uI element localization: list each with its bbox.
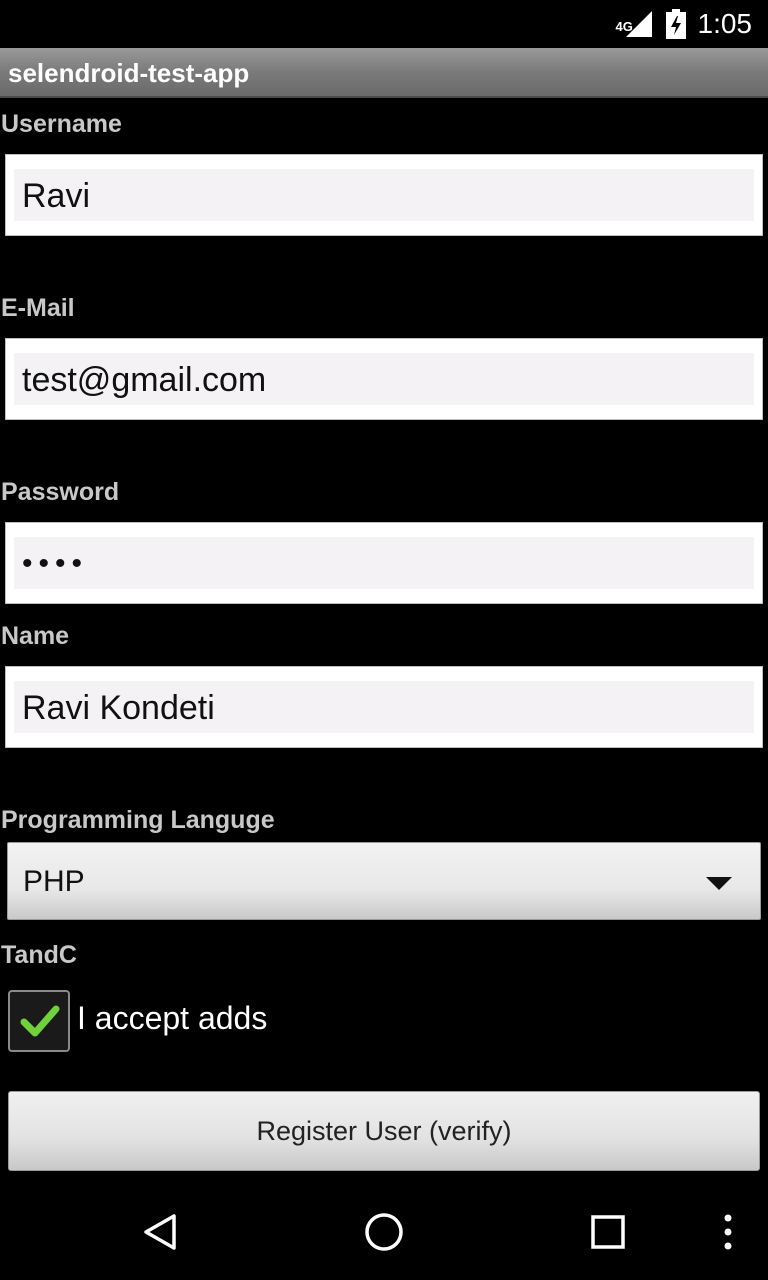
app-title-bar: selendroid-test-app xyxy=(0,48,768,98)
tandc-label: TandC xyxy=(1,941,77,969)
username-value: Ravi xyxy=(22,177,91,215)
username-field[interactable]: Ravi xyxy=(5,154,763,236)
register-user-button[interactable]: Register User (verify) xyxy=(8,1091,760,1171)
name-label: Name xyxy=(1,622,70,650)
signal-icon: 4G xyxy=(616,9,654,39)
language-label: Programming Languge xyxy=(1,806,275,834)
accept-adds-label[interactable]: I accept adds xyxy=(77,1000,267,1037)
name-field[interactable]: Ravi Kondeti xyxy=(5,666,763,748)
dropdown-arrow-icon xyxy=(706,877,732,890)
status-bar: 4G 1:05 xyxy=(0,0,768,48)
password-label: Password xyxy=(1,478,120,506)
checkmark-icon xyxy=(20,1005,60,1037)
app-title: selendroid-test-app xyxy=(8,58,250,88)
recents-icon[interactable] xyxy=(560,1184,656,1280)
accept-adds-checkbox[interactable] xyxy=(8,990,70,1052)
overflow-menu-icon[interactable] xyxy=(680,1184,768,1280)
status-clock: 1:05 xyxy=(697,8,753,39)
password-value: •••• xyxy=(22,547,89,580)
name-value: Ravi Kondeti xyxy=(22,689,215,727)
email-field[interactable]: test@gmail.com xyxy=(5,338,763,420)
home-icon[interactable] xyxy=(336,1184,432,1280)
language-selected-value: PHP xyxy=(23,865,85,898)
back-icon[interactable] xyxy=(112,1184,208,1280)
battery-icon xyxy=(665,9,686,39)
password-field-bg xyxy=(14,537,754,589)
email-label: E-Mail xyxy=(1,294,75,322)
language-spinner[interactable]: PHP xyxy=(7,842,761,920)
network-type: 4G xyxy=(615,19,633,34)
username-field-bg xyxy=(14,169,754,221)
email-value: test@gmail.com xyxy=(22,361,267,399)
navigation-bar xyxy=(0,1184,768,1280)
password-field[interactable]: •••• xyxy=(5,522,763,604)
username-label: Username xyxy=(1,110,122,138)
